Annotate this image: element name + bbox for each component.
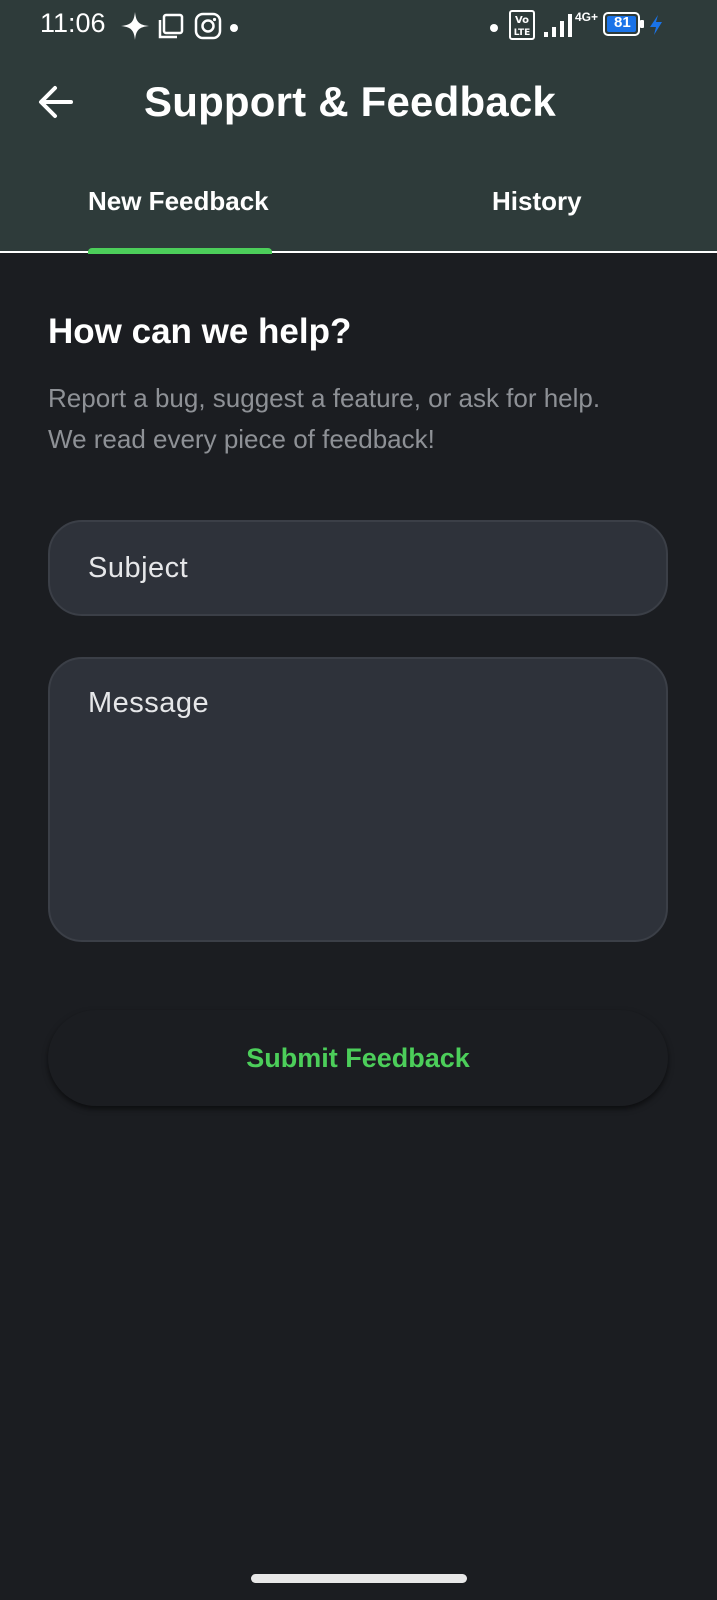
svg-text:Vo: Vo [515, 15, 529, 26]
subject-field [48, 520, 668, 616]
network-type: 4G+ [575, 10, 599, 24]
help-description-line-1: Report a bug, suggest a feature, or ask … [48, 383, 601, 413]
svg-text:LTE: LTE [514, 28, 531, 38]
status-dot-icon [489, 20, 499, 38]
status-time: 11:06 [40, 8, 106, 38]
charging-bolt-icon [648, 14, 664, 41]
notification-dot-icon [229, 20, 239, 38]
volte-icon: Vo LTE [509, 10, 535, 45]
help-description-line-2: We read every piece of feedback! [48, 424, 435, 454]
message-input[interactable] [50, 659, 666, 939]
message-field [48, 657, 668, 942]
signal-icon [543, 12, 573, 43]
home-indicator[interactable] [251, 1574, 467, 1583]
back-button[interactable] [34, 80, 78, 124]
subject-input[interactable] [50, 522, 666, 614]
help-heading: How can we help? [48, 312, 352, 351]
submit-feedback-button[interactable]: Submit Feedback [48, 1010, 668, 1106]
tab-history[interactable]: History [492, 186, 582, 217]
sparkle-icon [120, 11, 150, 46]
tab-new-feedback[interactable]: New Feedback [88, 186, 269, 217]
battery-level: 81 [614, 14, 631, 31]
instagram-icon [194, 12, 222, 45]
help-description: Report a bug, suggest a feature, or ask … [48, 378, 678, 460]
arrow-left-icon [39, 86, 73, 118]
copy-icon [157, 12, 185, 45]
page-title: Support & Feedback [144, 78, 556, 125]
tab-indicator [88, 248, 272, 254]
